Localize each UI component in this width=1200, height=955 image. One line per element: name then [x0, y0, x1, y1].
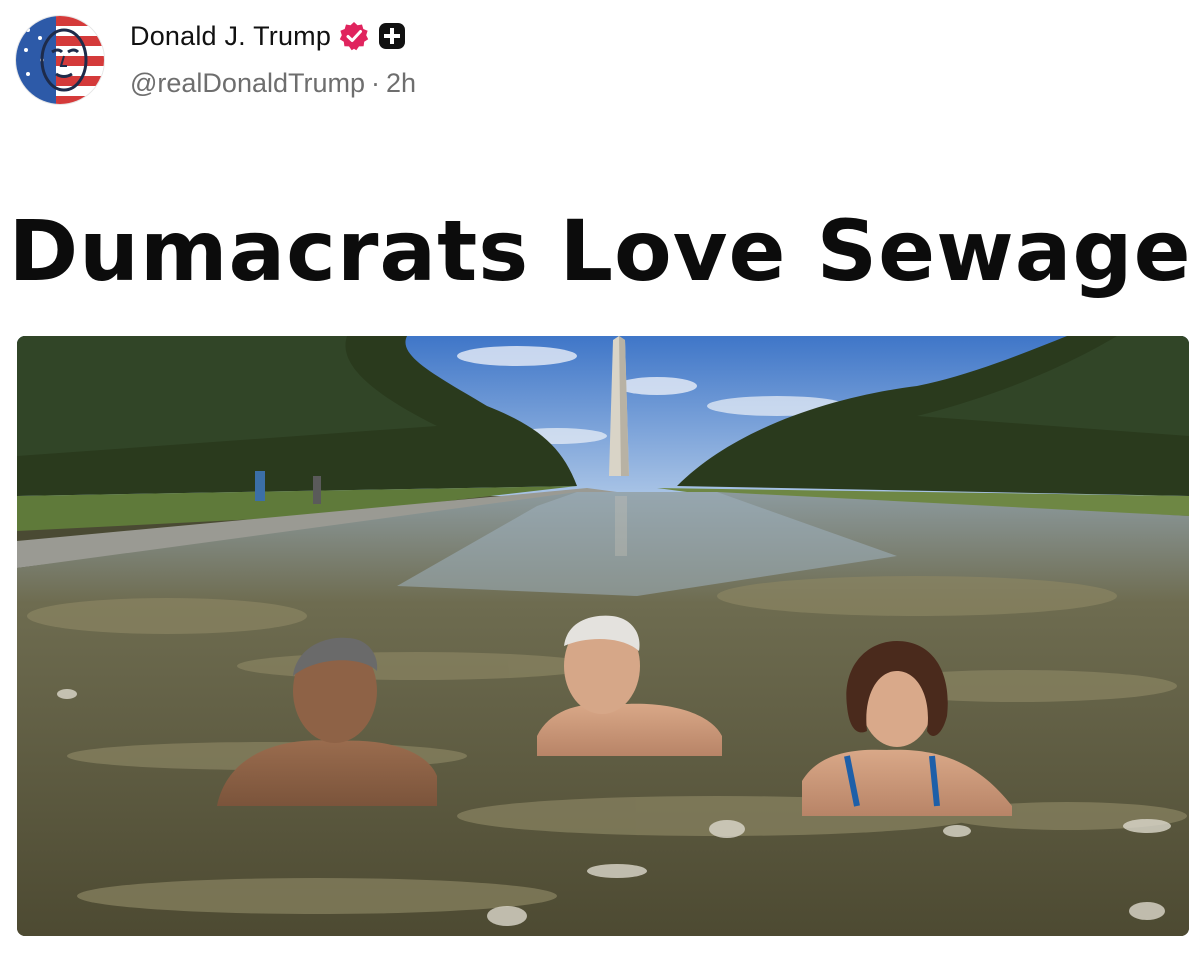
post-timestamp[interactable]: 2h	[386, 68, 416, 99]
handle-separator: ·	[371, 68, 380, 98]
author-handle[interactable]: @realDonaldTrump	[130, 68, 365, 99]
author-display-name[interactable]: Donald J. Trump	[130, 21, 331, 52]
photo-image	[17, 336, 1189, 936]
verified-badge-icon	[339, 21, 369, 51]
display-name-row: Donald J. Trump	[130, 16, 407, 56]
post-headline: Dumacrats Love Sewage	[8, 202, 1192, 300]
post-header: Donald J. Trump @realDonaldTrump · 2h	[0, 0, 1200, 120]
profile-avatar[interactable]	[16, 16, 104, 104]
post-photo[interactable]	[17, 336, 1189, 936]
avatar-flag-face-icon	[16, 16, 104, 104]
plus-badge-icon	[377, 21, 407, 51]
handle-row: @realDonaldTrump · 2h	[130, 68, 416, 99]
